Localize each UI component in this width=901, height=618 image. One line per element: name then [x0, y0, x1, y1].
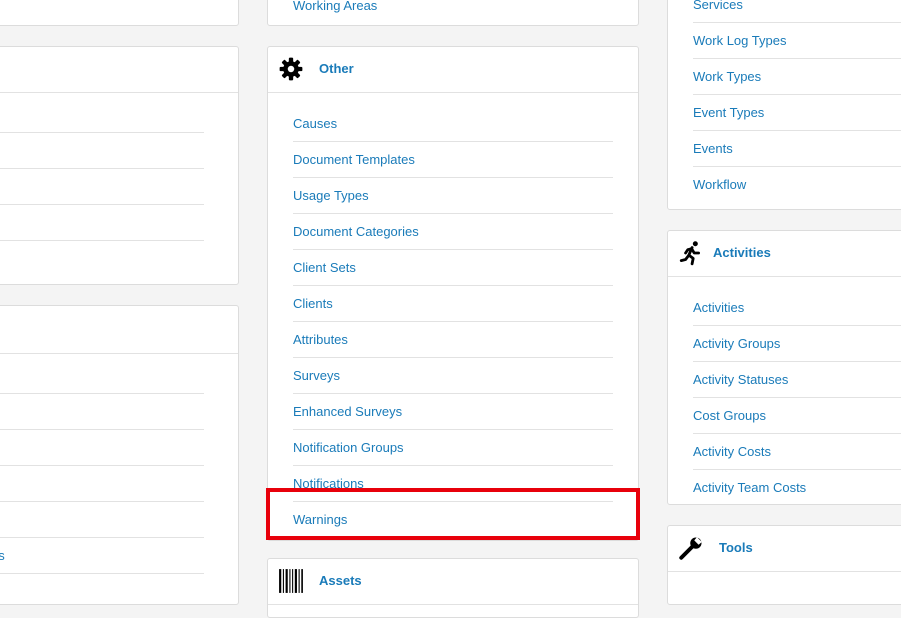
menu-item-workflow[interactable]: Workflow: [693, 167, 901, 203]
left-card-2-item[interactable]: [0, 358, 204, 394]
tools-card-header: Tools: [668, 526, 901, 572]
left-card-2: gs: [0, 305, 239, 605]
menu-item-cost-groups[interactable]: Cost Groups: [693, 398, 901, 434]
middle-top-card: Working Areas: [267, 0, 639, 26]
barcode-icon: [278, 568, 304, 594]
menu-item-document-categories[interactable]: Document Categories: [293, 214, 613, 250]
menu-item-activity-statuses[interactable]: Activity Statuses: [693, 362, 901, 398]
activities-card: Activities Activities Activity Groups Ac…: [667, 230, 901, 505]
menu-item-work-types[interactable]: Work Types: [693, 59, 901, 95]
left-card-1-item[interactable]: [0, 133, 204, 169]
menu-item-client-sets[interactable]: Client Sets: [293, 250, 613, 286]
right-top-card: Services Work Log Types Work Types Event…: [667, 0, 901, 210]
left-card-2-item[interactable]: gs: [0, 538, 204, 574]
left-card-2-header: [0, 306, 238, 354]
menu-item-working-areas[interactable]: Working Areas: [293, 0, 613, 24]
activities-card-header: Activities: [668, 231, 901, 277]
menu-item-surveys[interactable]: Surveys: [293, 358, 613, 394]
menu-item-causes[interactable]: Causes: [293, 106, 613, 142]
menu-item-services[interactable]: Services: [693, 0, 901, 23]
left-card-1: s: [0, 46, 239, 285]
menu-item-notification-groups[interactable]: Notification Groups: [293, 430, 613, 466]
menu-item-activity-team-costs[interactable]: Activity Team Costs: [693, 470, 901, 506]
menu-item-activities[interactable]: Activities: [693, 290, 901, 326]
other-card-header: Other: [268, 47, 638, 93]
assets-card: Assets: [267, 558, 639, 618]
menu-item-notifications[interactable]: Notifications: [293, 466, 613, 502]
left-card-1-header: [0, 47, 238, 93]
gear-icon: [278, 56, 304, 82]
wrench-icon: [678, 535, 704, 561]
left-card-top-fragment: [0, 0, 239, 26]
menu-item-event-types[interactable]: Event Types: [693, 95, 901, 131]
left-card-1-item[interactable]: [0, 241, 204, 277]
other-card: Other Causes Document Templates Usage Ty…: [267, 46, 639, 541]
tools-card: Tools: [667, 525, 901, 605]
menu-item-clients[interactable]: Clients: [293, 286, 613, 322]
menu-item-activity-costs[interactable]: Activity Costs: [693, 434, 901, 470]
menu-item-events[interactable]: Events: [693, 131, 901, 167]
left-card-1-item[interactable]: [0, 205, 204, 241]
menu-item-document-templates[interactable]: Document Templates: [293, 142, 613, 178]
other-card-title[interactable]: Other: [319, 61, 354, 76]
left-card-2-item[interactable]: [0, 466, 204, 502]
assets-card-header: Assets: [268, 559, 638, 605]
left-card-2-item[interactable]: [0, 502, 204, 538]
menu-item-enhanced-surveys[interactable]: Enhanced Surveys: [293, 394, 613, 430]
left-card-1-item[interactable]: [0, 169, 204, 205]
running-man-icon: [678, 240, 704, 266]
assets-card-title[interactable]: Assets: [319, 573, 362, 588]
tools-card-title[interactable]: Tools: [719, 540, 753, 555]
left-card-2-item[interactable]: [0, 394, 204, 430]
menu-item-work-log-types[interactable]: Work Log Types: [693, 23, 901, 59]
menu-item-attributes[interactable]: Attributes: [293, 322, 613, 358]
activities-card-title[interactable]: Activities: [713, 245, 771, 260]
left-card-1-item[interactable]: s: [0, 97, 204, 133]
menu-item-activity-groups[interactable]: Activity Groups: [693, 326, 901, 362]
menu-item-warnings[interactable]: Warnings: [293, 502, 613, 538]
left-card-2-item[interactable]: [0, 430, 204, 466]
menu-item-usage-types[interactable]: Usage Types: [293, 178, 613, 214]
